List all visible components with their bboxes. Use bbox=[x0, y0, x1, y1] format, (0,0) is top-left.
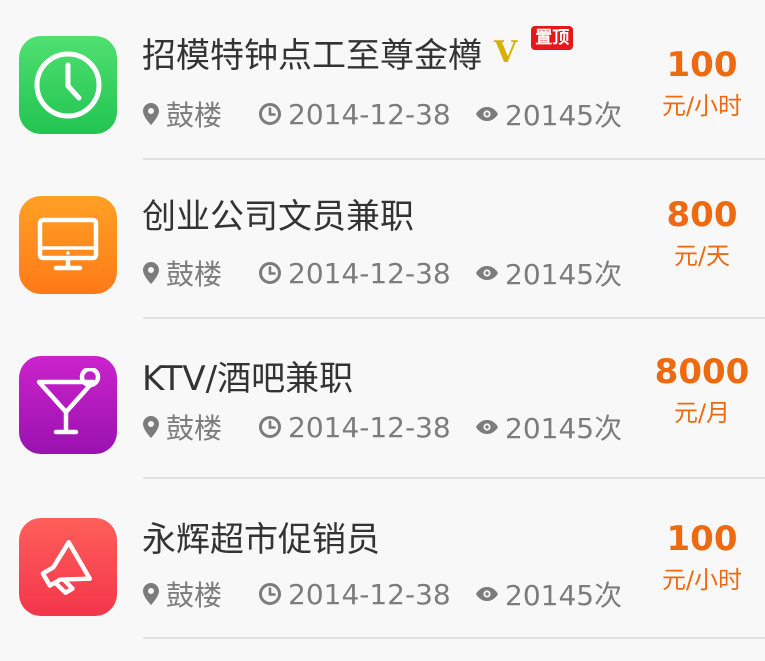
view-count: 20145次 bbox=[475, 253, 622, 293]
salary-unit: 元/小时 bbox=[661, 566, 743, 594]
salary-unit: 元/天 bbox=[673, 242, 731, 270]
view-count: 20145次 bbox=[475, 407, 622, 447]
job-meta: 鼓楼 2014-12-38 20145次 bbox=[142, 253, 622, 293]
monitor-icon bbox=[19, 196, 117, 294]
views-text: 20145次 bbox=[505, 579, 623, 612]
job-item[interactable]: 永辉超市促销员 鼓楼 2014-12-38 20145次 100 元/小时 bbox=[0, 479, 765, 639]
location-pin-icon bbox=[143, 583, 159, 605]
views-text: 20145次 bbox=[505, 258, 623, 291]
salary-amount: 8000 bbox=[654, 352, 750, 392]
location: 鼓楼 bbox=[142, 407, 258, 447]
location: 鼓楼 bbox=[142, 574, 258, 614]
salary: 8000 元/月 bbox=[647, 352, 757, 428]
post-date: 2014-12-38 bbox=[258, 98, 475, 131]
job-title: 永辉超市促销员 bbox=[142, 512, 380, 561]
job-title-text: 永辉超市促销员 bbox=[142, 520, 380, 560]
clock-icon bbox=[19, 36, 117, 134]
job-meta: 鼓楼 2014-12-38 20145次 bbox=[142, 407, 622, 447]
megaphone-icon bbox=[19, 518, 117, 616]
eye-icon bbox=[476, 587, 498, 601]
date-text: 2014-12-38 bbox=[288, 256, 451, 290]
salary-amount: 800 bbox=[666, 195, 738, 235]
post-date: 2014-12-38 bbox=[258, 411, 475, 444]
post-date: 2014-12-38 bbox=[258, 257, 475, 290]
job-title: 招模特钟点工至尊金樽 V 置顶 bbox=[142, 26, 574, 77]
location-text: 鼓楼 bbox=[166, 412, 223, 445]
post-date: 2014-12-38 bbox=[258, 578, 475, 611]
job-title-text: 招模特钟点工至尊金樽 bbox=[142, 36, 482, 76]
job-meta: 鼓楼 2014-12-38 20145次 bbox=[142, 94, 622, 134]
eye-icon bbox=[476, 420, 498, 434]
vip-badge: V bbox=[494, 35, 518, 70]
job-item[interactable]: KTV/酒吧兼职 鼓楼 2014-12-38 20145次 8000 元/月 bbox=[0, 319, 765, 479]
location: 鼓楼 bbox=[142, 253, 258, 293]
job-list: 招模特钟点工至尊金樽 V 置顶 鼓楼 2014-12-38 20145次 100… bbox=[0, 0, 765, 661]
divider bbox=[143, 637, 765, 639]
location: 鼓楼 bbox=[142, 94, 258, 134]
location-pin-icon bbox=[143, 262, 159, 284]
eye-icon bbox=[476, 107, 498, 121]
salary-unit: 元/小时 bbox=[661, 92, 743, 120]
job-item[interactable]: 创业公司文员兼职 鼓楼 2014-12-38 20145次 800 元/天 bbox=[0, 159, 765, 319]
salary-amount: 100 bbox=[666, 519, 738, 559]
view-count: 20145次 bbox=[475, 94, 622, 134]
view-count: 20145次 bbox=[475, 574, 622, 614]
job-title: KTV/酒吧兼职 bbox=[142, 351, 353, 400]
location-pin-icon bbox=[143, 416, 159, 438]
location-pin-icon bbox=[143, 103, 159, 125]
salary: 100 元/小时 bbox=[647, 519, 757, 595]
clock-small-icon bbox=[259, 103, 281, 125]
location-text: 鼓楼 bbox=[166, 258, 223, 291]
date-text: 2014-12-38 bbox=[288, 97, 451, 131]
job-title-text: 创业公司文员兼职 bbox=[142, 197, 414, 237]
job-title: 创业公司文员兼职 bbox=[142, 189, 414, 238]
location-text: 鼓楼 bbox=[166, 99, 223, 132]
job-title-text: KTV/酒吧兼职 bbox=[142, 359, 354, 399]
job-meta: 鼓楼 2014-12-38 20145次 bbox=[142, 574, 622, 614]
eye-icon bbox=[476, 266, 498, 280]
date-text: 2014-12-38 bbox=[288, 410, 451, 444]
salary-unit: 元/月 bbox=[673, 399, 731, 427]
views-text: 20145次 bbox=[505, 99, 623, 132]
date-text: 2014-12-38 bbox=[288, 577, 451, 611]
clock-small-icon bbox=[259, 583, 281, 605]
job-item[interactable]: 招模特钟点工至尊金樽 V 置顶 鼓楼 2014-12-38 20145次 100… bbox=[0, 0, 765, 160]
salary-amount: 100 bbox=[666, 45, 738, 85]
views-text: 20145次 bbox=[505, 412, 623, 445]
salary: 100 元/小时 bbox=[647, 45, 757, 121]
cocktail-icon bbox=[19, 356, 117, 454]
clock-small-icon bbox=[259, 262, 281, 284]
top-badge: 置顶 bbox=[531, 26, 574, 50]
clock-small-icon bbox=[259, 416, 281, 438]
salary: 800 元/天 bbox=[647, 195, 757, 271]
location-text: 鼓楼 bbox=[166, 579, 223, 612]
